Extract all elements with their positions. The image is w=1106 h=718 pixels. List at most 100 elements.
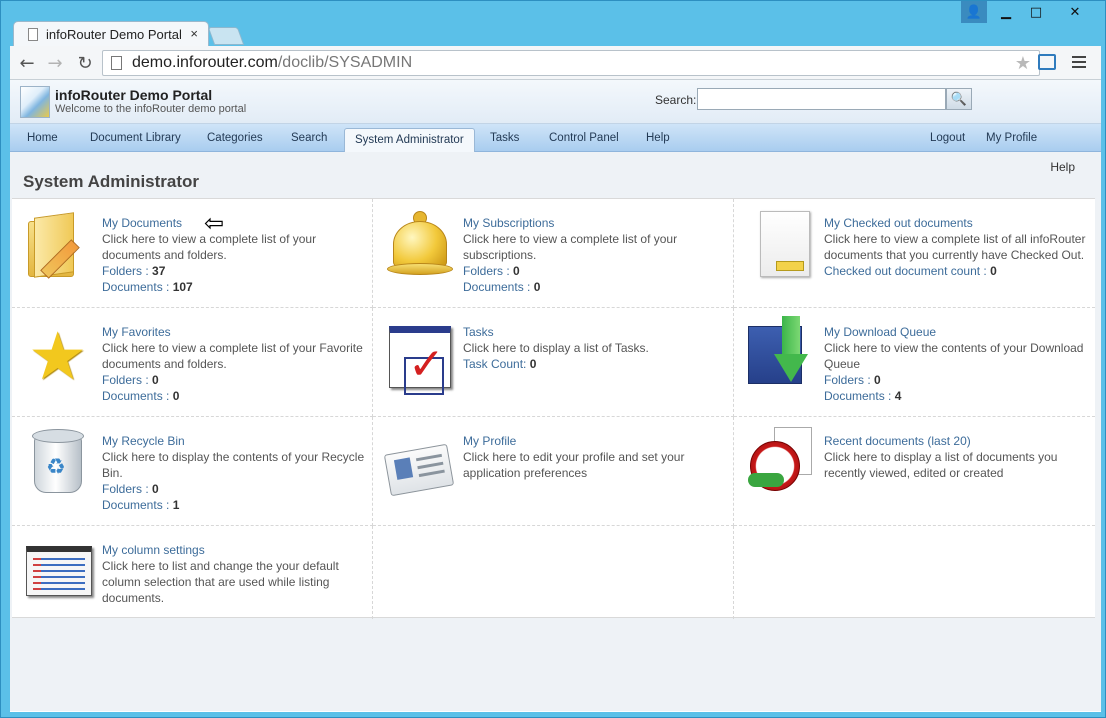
card-title[interactable]: My Recycle Bin: [102, 433, 368, 449]
nav-system-administrator[interactable]: System Administrator: [344, 128, 475, 152]
card-title[interactable]: My column settings: [102, 542, 368, 558]
reload-icon[interactable]: ↻: [74, 52, 96, 74]
documents-stat: Documents : 0: [102, 388, 368, 404]
stat-label: Documents :: [102, 389, 173, 403]
card-my-recycle-bin[interactable]: ♻ My Recycle Bin Click here to display t…: [12, 417, 373, 526]
card-tasks[interactable]: ✓ Tasks Click here to display a list of …: [373, 308, 734, 417]
page-icon: [28, 28, 38, 41]
card-title[interactable]: Tasks: [463, 324, 729, 340]
nav-tasks[interactable]: Tasks: [480, 124, 529, 151]
stat-label: Checked out document count :: [824, 264, 991, 278]
card-my-subscriptions[interactable]: My Subscriptions Click here to view a co…: [373, 199, 734, 308]
stat-value: 0: [172, 389, 180, 403]
stat-value: 1: [172, 498, 180, 512]
search-input[interactable]: [697, 88, 946, 110]
stat-label: Folders :: [824, 373, 875, 387]
card-desc: Click here to display a list of Tasks.: [463, 341, 649, 355]
card-desc: Click here to edit your profile and set …: [463, 450, 685, 480]
stat-label: Documents :: [102, 280, 173, 294]
documents-stat: Documents : 1: [102, 497, 368, 513]
card-my-profile[interactable]: My Profile Click here to edit your profi…: [373, 417, 734, 526]
stat-value: 0: [990, 264, 997, 278]
help-link[interactable]: Help: [1050, 160, 1075, 174]
card-title[interactable]: My Subscriptions: [463, 215, 729, 231]
card-title[interactable]: My Profile: [463, 433, 729, 449]
maximize-button[interactable]: □: [1021, 1, 1051, 23]
tab-strip: infoRouter Demo Portal ×: [13, 21, 613, 47]
stat-value: 0: [533, 280, 541, 294]
documents-stat: Documents : 4: [824, 388, 1090, 404]
stat-value: 37: [152, 264, 166, 278]
browser-toolbar: ← → ↻ demo.inforouter.com/doclib/SYSADMI…: [10, 46, 1101, 80]
minimize-button[interactable]: ▁: [991, 1, 1021, 23]
stat-label: Documents :: [463, 280, 534, 294]
stat-value: 0: [152, 482, 159, 496]
brand-subtitle: Welcome to the infoRouter demo portal: [55, 103, 247, 115]
bookmark-star-icon[interactable]: ★: [1015, 53, 1031, 74]
folders-stat: Folders : 0: [824, 372, 1090, 388]
main-nav: Home Document Library Categories Search …: [10, 124, 1101, 152]
folders-stat: Folders : 0: [463, 263, 729, 279]
card-desc: Click here to view a complete list of yo…: [102, 341, 363, 371]
nav-home[interactable]: Home: [17, 124, 68, 151]
card-my-download-queue[interactable]: My Download Queue Click here to view the…: [734, 308, 1095, 417]
stat-label: Documents :: [102, 498, 173, 512]
card-my-column-settings[interactable]: My column settings Click here to list an…: [12, 526, 373, 619]
task-count: Task Count: 0: [463, 356, 729, 372]
card-my-checked-out[interactable]: My Checked out documents Click here to v…: [734, 199, 1095, 308]
nav-logout[interactable]: Logout: [920, 124, 975, 151]
stat-label: Folders :: [463, 264, 514, 278]
stat-label: Documents :: [824, 389, 895, 403]
url-path: /doclib/SYSADMIN: [277, 54, 413, 71]
tab-title: infoRouter Demo Portal: [46, 27, 182, 42]
stat-label: Folders :: [102, 373, 153, 387]
address-bar[interactable]: demo.inforouter.com/doclib/SYSADMIN ★: [102, 50, 1040, 76]
column-settings-icon: [24, 534, 92, 610]
empty-cell: [373, 526, 734, 619]
nav-control-panel[interactable]: Control Panel: [539, 124, 629, 151]
nav-categories[interactable]: Categories: [197, 124, 273, 151]
recent-docs-clock-icon: [746, 425, 812, 501]
card-title[interactable]: My Documents: [102, 215, 368, 231]
card-title[interactable]: My Favorites: [102, 324, 368, 340]
card-my-documents[interactable]: My Documents Click here to view a comple…: [12, 199, 373, 308]
stat-value: 0: [874, 373, 881, 387]
card-my-favorites[interactable]: ★ My Favorites Click here to view a comp…: [12, 308, 373, 417]
stat-value: 107: [172, 280, 193, 294]
new-tab-button[interactable]: [207, 27, 245, 45]
download-queue-icon: [746, 316, 812, 392]
profile-card-icon: [383, 425, 455, 501]
checked-out-count: Checked out document count : 0: [824, 263, 1090, 279]
card-desc: Click here to display a list of document…: [824, 450, 1058, 480]
search-label: Search:: [655, 93, 697, 107]
stat-label: Folders :: [102, 264, 153, 278]
folders-stat: Folders : 0: [102, 372, 368, 388]
nav-my-profile[interactable]: My Profile: [976, 124, 1047, 151]
card-recent-documents[interactable]: Recent documents (last 20) Click here to…: [734, 417, 1095, 526]
nav-search[interactable]: Search: [281, 124, 337, 151]
nav-help[interactable]: Help: [636, 124, 680, 151]
card-title[interactable]: Recent documents (last 20): [824, 433, 1090, 449]
search-icon[interactable]: 🔍: [946, 88, 972, 110]
page-info-icon[interactable]: [111, 56, 122, 70]
card-title[interactable]: My Checked out documents: [824, 215, 1090, 231]
folders-stat: Folders : 37: [102, 263, 368, 279]
empty-cell: [734, 526, 1095, 619]
card-title[interactable]: My Download Queue: [824, 324, 1090, 340]
content-area: Help System Administrator My Documents C…: [10, 152, 1101, 711]
menu-icon[interactable]: [1072, 56, 1086, 71]
extension-icon[interactable]: [1038, 54, 1056, 70]
card-desc: Click here to view a complete list of yo…: [463, 232, 678, 262]
forward-arrow-icon[interactable]: →: [44, 52, 66, 74]
tab-close-icon[interactable]: ×: [190, 26, 198, 41]
documents-stat: Documents : 107: [102, 279, 368, 295]
checked-out-doc-icon: [746, 207, 812, 283]
nav-document-library[interactable]: Document Library: [80, 124, 191, 151]
stat-value: 0: [513, 264, 520, 278]
stat-label: Task Count:: [463, 357, 530, 371]
browser-tab[interactable]: infoRouter Demo Portal ×: [13, 21, 209, 47]
close-window-button[interactable]: ✕: [1051, 1, 1099, 23]
back-arrow-icon[interactable]: ←: [16, 52, 38, 74]
page: infoRouter Demo Portal Welcome to the in…: [10, 80, 1101, 712]
user-icon[interactable]: 👤: [961, 1, 987, 23]
